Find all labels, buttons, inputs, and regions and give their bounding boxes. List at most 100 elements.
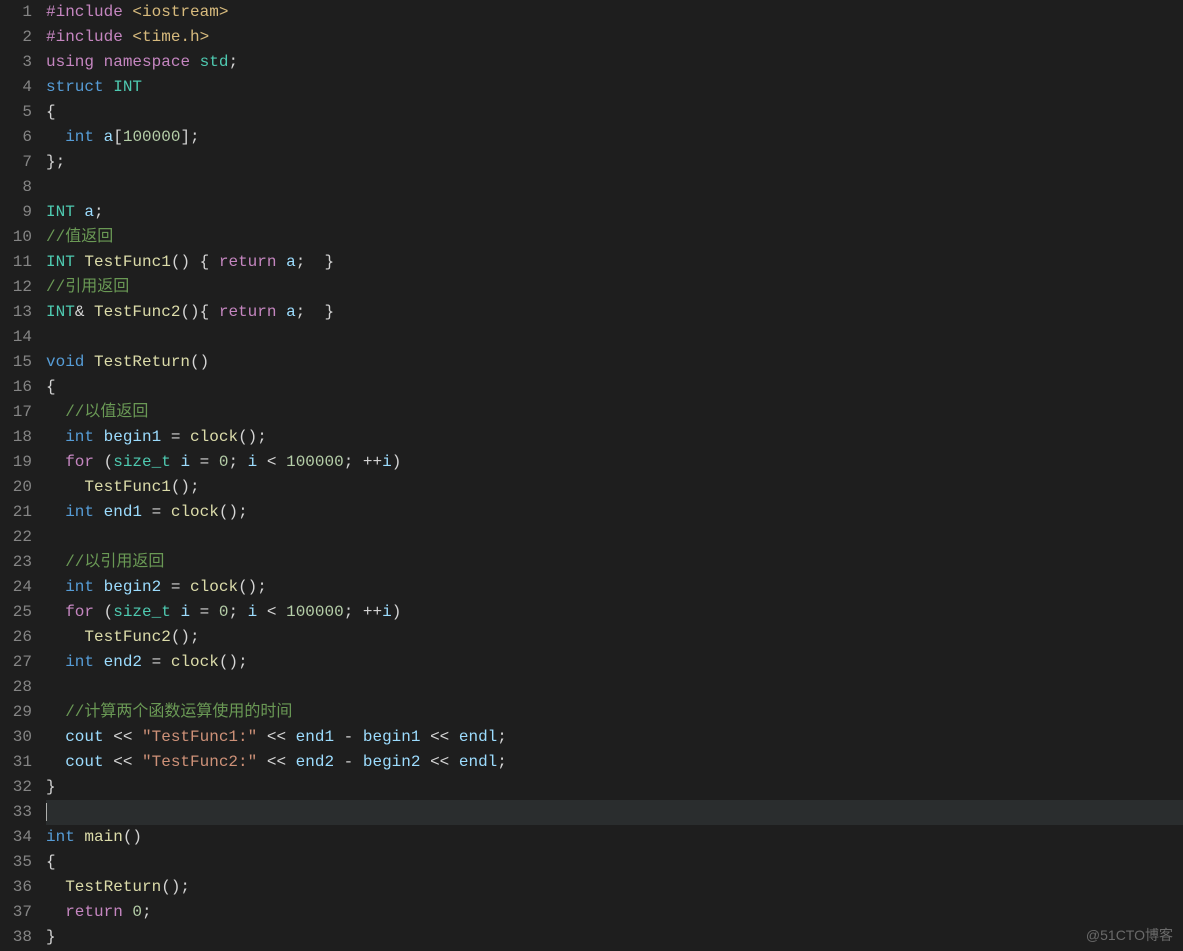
code-token: TestFunc1 xyxy=(84,253,170,271)
code-token: int xyxy=(65,128,94,146)
code-token: i xyxy=(180,603,190,621)
line-number-gutter: 1234567891011121314151617181920212223242… xyxy=(0,0,40,951)
code-line[interactable]: TestFunc1(); xyxy=(46,475,1183,500)
code-token: clock xyxy=(171,503,219,521)
code-line[interactable]: }; xyxy=(46,150,1183,175)
code-token: void xyxy=(46,353,84,371)
code-line[interactable]: //以引用返回 xyxy=(46,550,1183,575)
line-number: 21 xyxy=(4,500,32,525)
code-token: end2 xyxy=(104,653,142,671)
code-line[interactable]: //以值返回 xyxy=(46,400,1183,425)
code-token xyxy=(46,878,65,896)
line-number: 22 xyxy=(4,525,32,550)
code-token: cout xyxy=(65,753,103,771)
code-line[interactable]: #include <time.h> xyxy=(46,25,1183,50)
code-line[interactable]: INT& TestFunc2(){ return a; } xyxy=(46,300,1183,325)
code-token: ( xyxy=(94,453,113,471)
code-token: //引用返回 xyxy=(46,278,129,296)
code-token xyxy=(46,478,84,496)
code-token: cout xyxy=(65,728,103,746)
code-token: - xyxy=(334,753,363,771)
line-number: 27 xyxy=(4,650,32,675)
code-token: //以引用返回 xyxy=(65,553,164,571)
code-line[interactable]: struct INT xyxy=(46,75,1183,100)
watermark-text: @51CTO博客 xyxy=(1086,925,1173,945)
code-line[interactable]: return 0; xyxy=(46,900,1183,925)
code-line[interactable]: INT TestFunc1() { return a; } xyxy=(46,250,1183,275)
code-token: begin1 xyxy=(363,728,421,746)
code-token: - xyxy=(334,728,363,746)
code-line[interactable]: int end2 = clock(); xyxy=(46,650,1183,675)
code-line[interactable] xyxy=(46,800,1183,825)
code-token: INT xyxy=(46,203,75,221)
code-line[interactable]: cout << "TestFunc1:" << end1 - begin1 <<… xyxy=(46,725,1183,750)
code-line[interactable]: TestReturn(); xyxy=(46,875,1183,900)
code-token: i xyxy=(382,603,392,621)
line-number: 30 xyxy=(4,725,32,750)
code-token: }; xyxy=(46,153,65,171)
code-token: int xyxy=(65,428,94,446)
code-token: } xyxy=(46,928,56,946)
code-token: "TestFunc2:" xyxy=(142,753,257,771)
code-token xyxy=(46,403,65,421)
code-line[interactable] xyxy=(46,175,1183,200)
code-token: INT xyxy=(46,303,75,321)
code-token: int xyxy=(65,578,94,596)
code-line[interactable]: int main() xyxy=(46,825,1183,850)
code-token: () { xyxy=(171,253,219,271)
code-token: return xyxy=(219,303,277,321)
code-line[interactable]: TestFunc2(); xyxy=(46,625,1183,650)
code-line[interactable]: cout << "TestFunc2:" << end2 - begin2 <<… xyxy=(46,750,1183,775)
code-line[interactable]: int begin1 = clock(); xyxy=(46,425,1183,450)
code-line[interactable]: { xyxy=(46,100,1183,125)
code-token xyxy=(46,628,84,646)
code-token: () xyxy=(123,828,142,846)
code-line[interactable]: void TestReturn() xyxy=(46,350,1183,375)
code-line[interactable]: { xyxy=(46,850,1183,875)
code-line[interactable]: INT a; xyxy=(46,200,1183,225)
code-token: < xyxy=(257,603,286,621)
code-token: INT xyxy=(113,78,142,96)
code-token: clock xyxy=(190,578,238,596)
code-line[interactable]: } xyxy=(46,775,1183,800)
code-token xyxy=(84,353,94,371)
code-line[interactable] xyxy=(46,325,1183,350)
code-line[interactable]: //计算两个函数运算使用的时间 xyxy=(46,700,1183,725)
code-line[interactable]: for (size_t i = 0; i < 100000; ++i) xyxy=(46,450,1183,475)
line-number: 11 xyxy=(4,250,32,275)
line-number: 15 xyxy=(4,350,32,375)
code-token: size_t xyxy=(113,603,171,621)
code-line[interactable]: //引用返回 xyxy=(46,275,1183,300)
code-token: = xyxy=(190,453,219,471)
code-token: () xyxy=(190,353,209,371)
code-area[interactable]: #include <iostream>#include <time.h>usin… xyxy=(40,0,1183,951)
code-line[interactable]: } xyxy=(46,925,1183,950)
code-token: (); xyxy=(238,578,267,596)
code-token: 100000 xyxy=(123,128,181,146)
code-line[interactable] xyxy=(46,675,1183,700)
code-line[interactable]: //值返回 xyxy=(46,225,1183,250)
line-number: 7 xyxy=(4,150,32,175)
code-line[interactable]: #include <iostream> xyxy=(46,0,1183,25)
code-token: using xyxy=(46,53,94,71)
code-line[interactable]: int begin2 = clock(); xyxy=(46,575,1183,600)
line-number: 17 xyxy=(4,400,32,425)
code-token: (); xyxy=(171,628,200,646)
line-number: 25 xyxy=(4,600,32,625)
code-line[interactable] xyxy=(46,525,1183,550)
code-token: //以值返回 xyxy=(65,403,148,421)
line-number: 20 xyxy=(4,475,32,500)
code-token xyxy=(94,53,104,71)
code-line[interactable]: { xyxy=(46,375,1183,400)
code-line[interactable]: int end1 = clock(); xyxy=(46,500,1183,525)
code-token: << xyxy=(257,753,295,771)
code-line[interactable]: int a[100000]; xyxy=(46,125,1183,150)
code-token: #include xyxy=(46,3,123,21)
code-line[interactable]: for (size_t i = 0; i < 100000; ++i) xyxy=(46,600,1183,625)
code-token: endl xyxy=(459,728,497,746)
line-number: 14 xyxy=(4,325,32,350)
code-editor[interactable]: 1234567891011121314151617181920212223242… xyxy=(0,0,1183,951)
code-token xyxy=(46,428,65,446)
code-token: end2 xyxy=(296,753,334,771)
code-line[interactable]: using namespace std; xyxy=(46,50,1183,75)
